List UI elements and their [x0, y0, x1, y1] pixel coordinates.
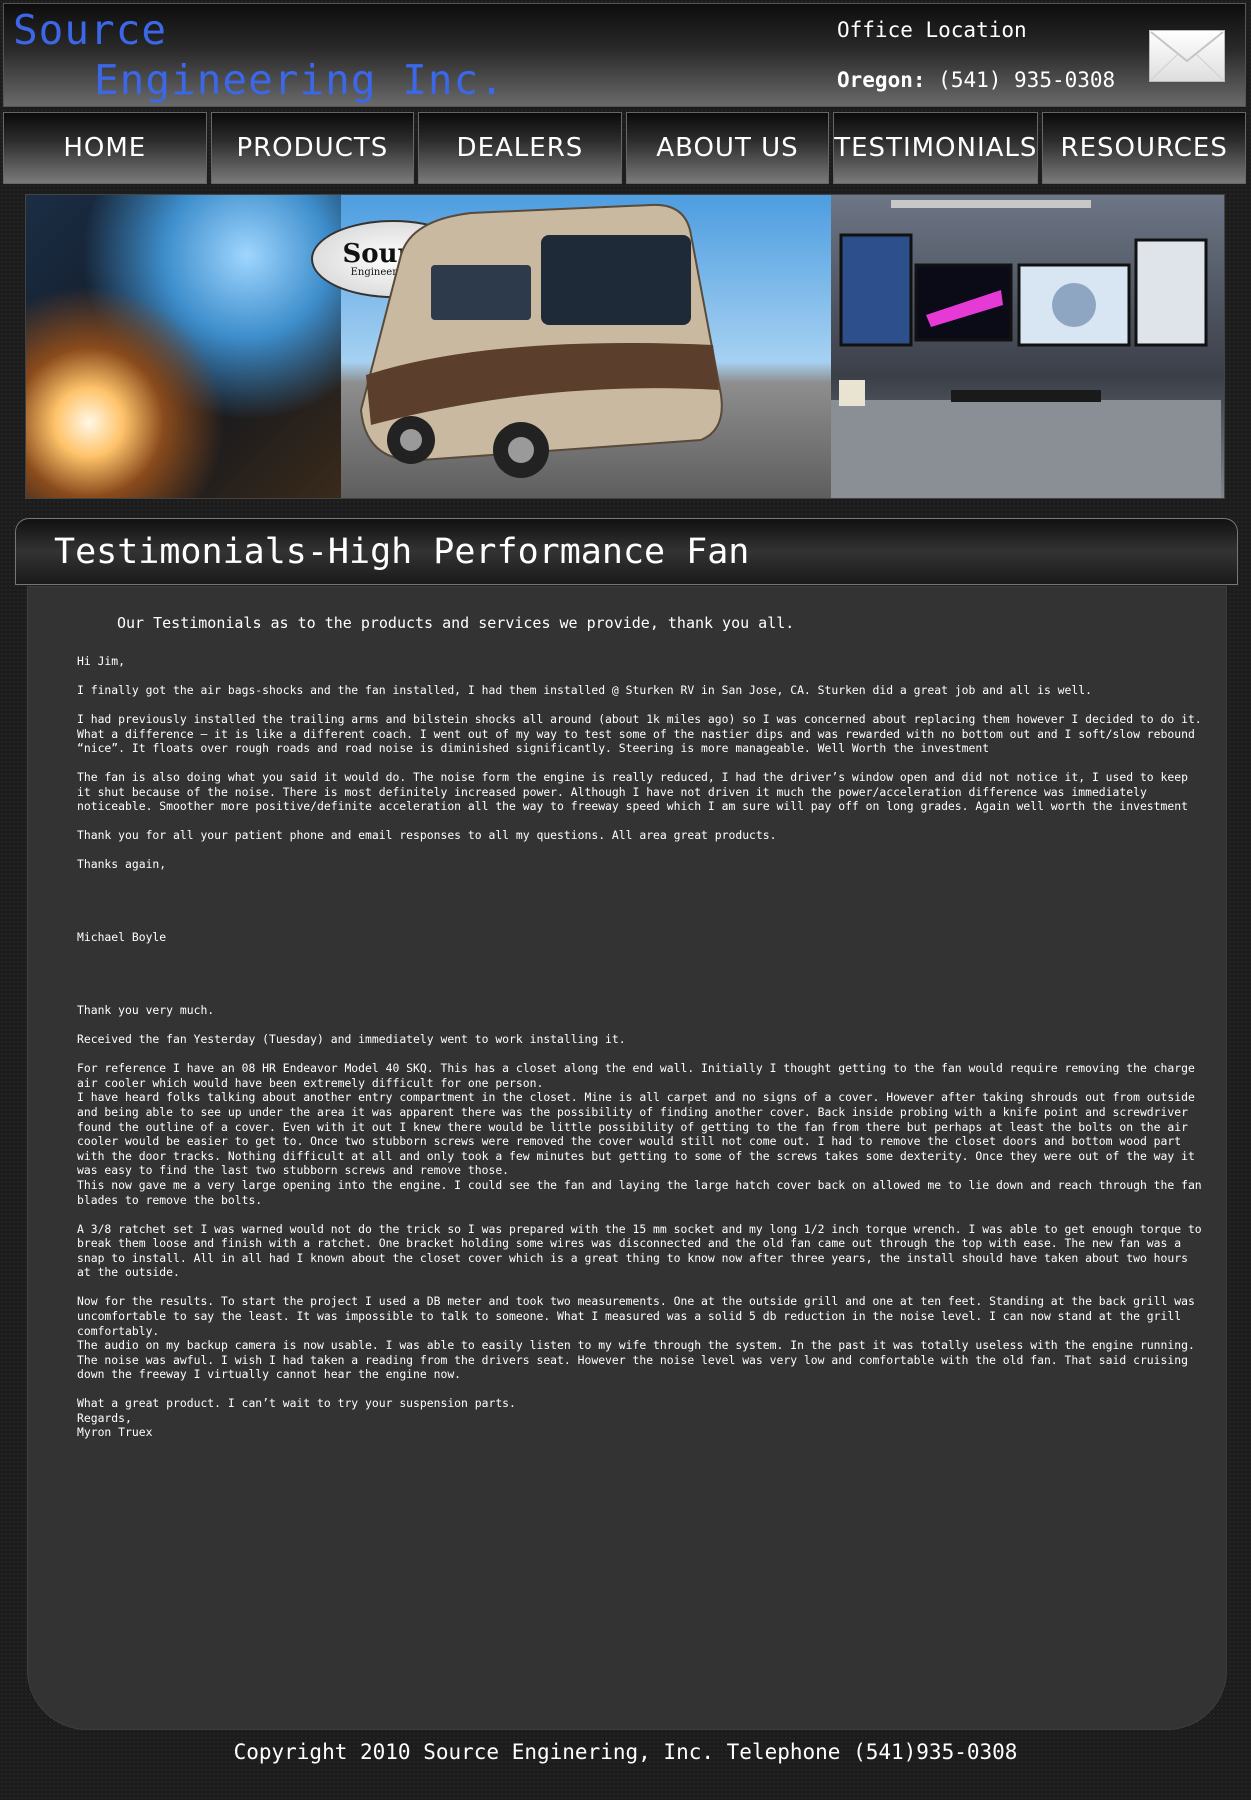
nav-dealers[interactable]: DEALERS — [418, 112, 622, 184]
oregon-phone-number: (541) 935-0308 — [938, 68, 1116, 92]
main-nav: HOME PRODUCTS DEALERS ABOUT US TESTIMONI… — [3, 112, 1246, 184]
letter1-paragraph: The fan is also doing what you said it w… — [77, 770, 1188, 814]
logo-line-1[interactable]: Source — [13, 6, 167, 54]
nav-home[interactable]: HOME — [3, 112, 207, 184]
letter1-signature: Michael Boyle — [77, 930, 167, 945]
header-banner-image: Source Engineering Inc. — [25, 194, 1225, 499]
page-title: Testimonials-High Performance Fan — [54, 532, 750, 572]
testimonials-body: Hi Jim, I finally got the air bags-shock… — [77, 654, 1202, 1454]
letter2-paragraph: For reference I have an 08 HR Endeavor M… — [77, 1061, 1202, 1207]
banner-workstation-photo — [831, 195, 1224, 498]
letter1-greeting: Hi Jim, — [77, 654, 126, 668]
letter1-paragraph: I had previously installed the trailing … — [77, 711, 1202, 756]
nav-testimonials[interactable]: TESTIMONIALS — [833, 112, 1039, 184]
page-title-bar: Testimonials-High Performance Fan — [15, 518, 1238, 585]
letter1-paragraph: Thank you for all your patient phone and… — [77, 828, 777, 843]
intro-text: Our Testimonials as to the products and … — [117, 614, 795, 632]
nav-about-us[interactable]: ABOUT US — [625, 112, 830, 184]
letter2-paragraph: A 3/8 ratchet set I was warned would not… — [77, 1221, 1202, 1280]
banner-welding-photo — [26, 195, 341, 498]
main-content: Our Testimonials as to the products and … — [27, 586, 1227, 1730]
letter2-paragraph: Now for the results. To start the projec… — [77, 1294, 1195, 1382]
office-location-label: Office Location — [837, 18, 1027, 42]
nav-products[interactable]: PRODUCTS — [210, 112, 415, 184]
oregon-label: Oregon: — [837, 68, 926, 92]
logo-line-2[interactable]: Engineering Inc. — [94, 56, 505, 104]
letter1-closing: Thanks again, — [77, 857, 167, 872]
footer-copyright: Copyright 2010 Source Enginering, Inc. T… — [233, 1740, 1018, 1764]
banner-motorhome-photo: Source Engineering Inc. — [311, 195, 831, 498]
oregon-phone: Oregon: (541) 935-0308 — [837, 68, 1115, 92]
nav-resources[interactable]: RESOURCES — [1042, 112, 1246, 184]
envelope-icon[interactable] — [1149, 30, 1225, 82]
letter2-closing: What a great product. I can’t wait to tr… — [77, 1396, 516, 1440]
site-header: Source Engineering Inc. Office Location … — [3, 3, 1246, 107]
letter2-opening: Thank you very much. — [77, 1003, 215, 1018]
letter2-paragraph: Received the fan Yesterday (Tuesday) and… — [77, 1032, 626, 1047]
letter1-paragraph: I finally got the air bags-shocks and th… — [77, 682, 1092, 697]
